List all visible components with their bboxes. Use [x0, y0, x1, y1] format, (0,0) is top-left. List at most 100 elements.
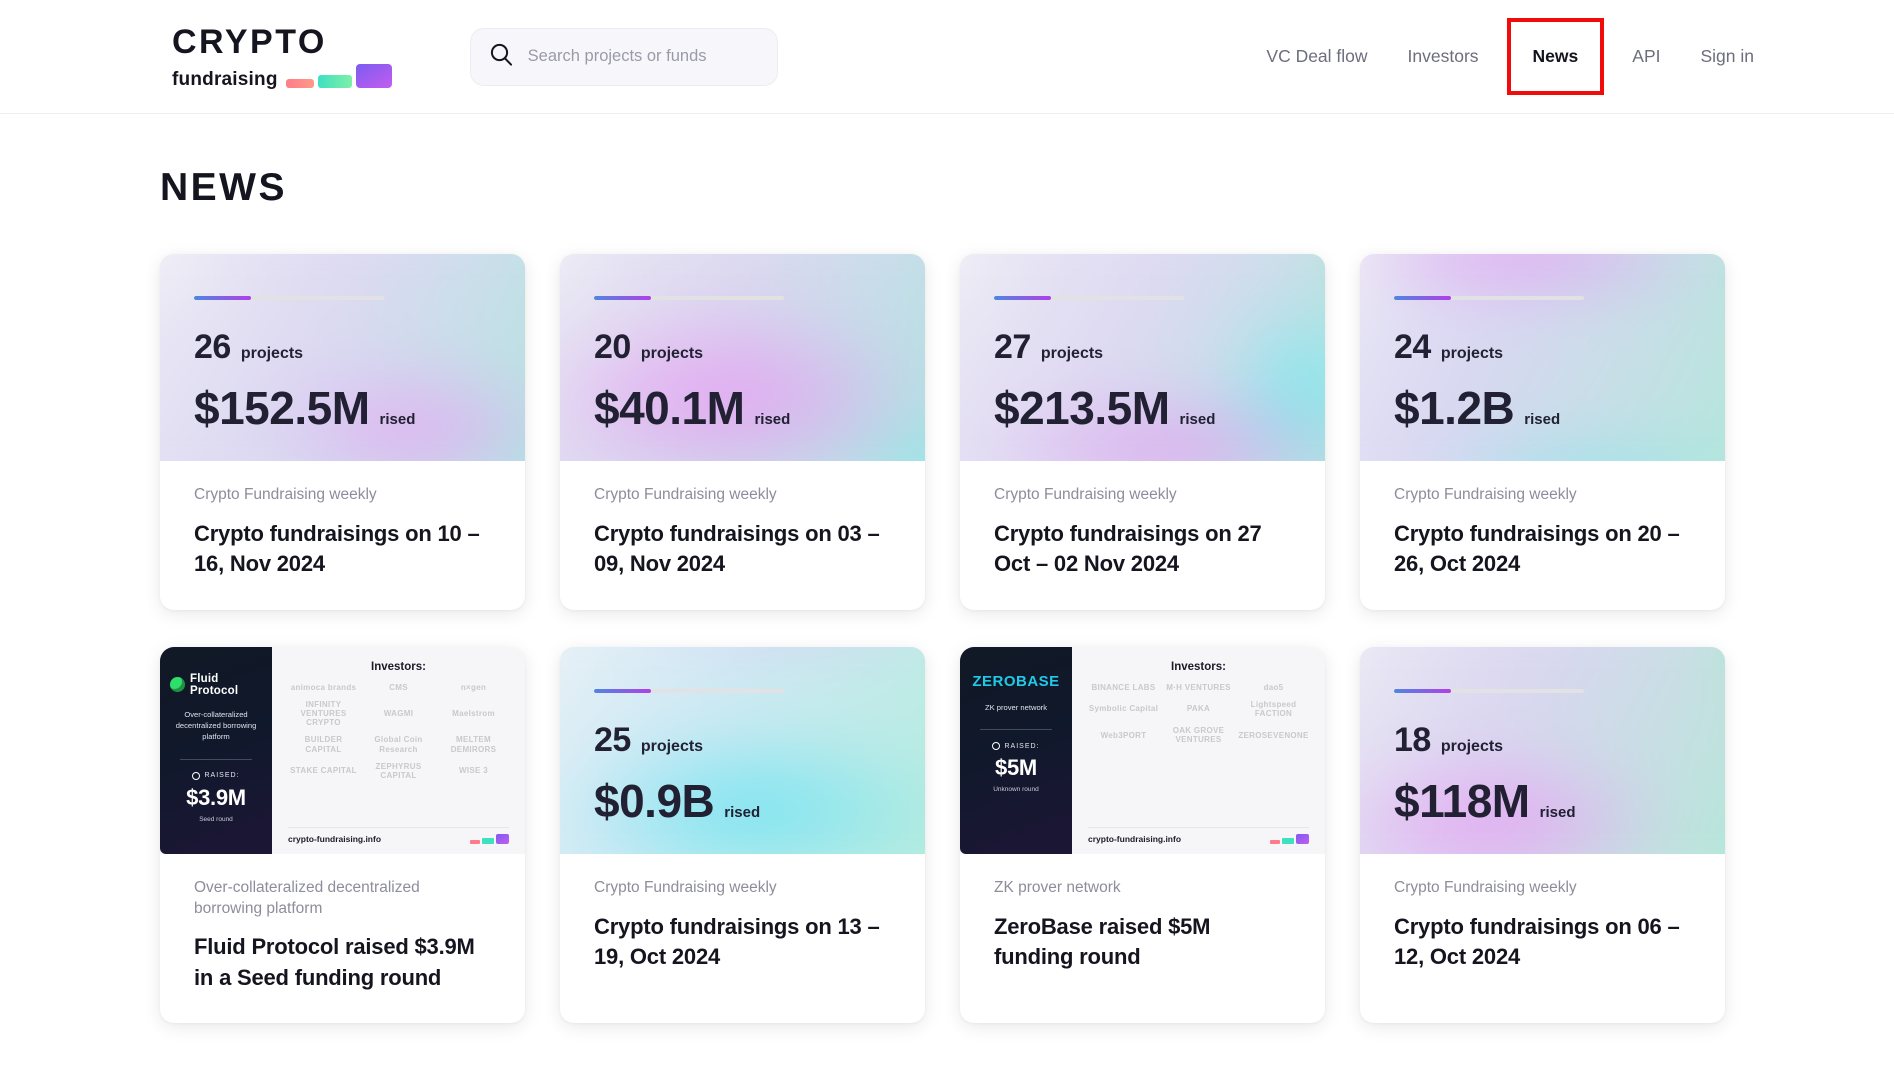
stat-raised-label: rised	[754, 411, 791, 428]
stat-projects-row: 26 projects	[194, 328, 491, 367]
stat-raised-label: rised	[724, 803, 761, 821]
card-body: Crypto Fundraising weekly Crypto fundrai…	[160, 461, 525, 610]
news-card[interactable]: 27 projects $213.5M rised Crypto Fundrai…	[960, 254, 1325, 610]
card-media-project: Fluid Protocol Over-collateralized decen…	[160, 646, 525, 854]
stat-projects-row: 25 projects	[594, 721, 891, 760]
stat-projects-value: 25	[594, 720, 631, 759]
raised-caption: RAISED:	[1004, 742, 1040, 750]
news-card[interactable]: Fluid Protocol Over-collateralized decen…	[160, 646, 525, 1024]
raised-caption-row: RAISED:	[192, 771, 239, 780]
stat-raised-value: $118M	[1394, 774, 1530, 827]
media-footer: crypto-fundraising.info	[1088, 826, 1309, 844]
stat-raised-value: $0.9B	[594, 774, 715, 827]
stat-projects-label: projects	[1040, 345, 1104, 362]
media-footer: crypto-fundraising.info	[288, 826, 509, 844]
divider	[980, 729, 1052, 731]
stat-raised-value: $1.2B	[1394, 382, 1515, 434]
project-description: Over-collateralized decentralized borrow…	[175, 709, 257, 742]
stat-raised-row: $1.2B rised	[1394, 381, 1691, 435]
footer-url: crypto-fundraising.info	[1088, 833, 1182, 844]
investor-logo: dao5	[1263, 682, 1284, 692]
progress-bar	[594, 296, 784, 300]
logo-bars-icon	[1270, 833, 1309, 844]
investor-logo: WISE 3	[459, 766, 488, 776]
investor-logo: ZEROSEVENONE	[1238, 730, 1309, 740]
main-nav: VC Deal flow Investors News API Sign in	[1246, 18, 1774, 95]
stat-projects-row: 20 projects	[594, 328, 891, 367]
card-kicker: ZK prover network	[994, 878, 1121, 896]
stat-projects-value: 27	[994, 328, 1031, 366]
nav-item-news[interactable]: News	[1506, 18, 1605, 95]
logo-bars-icon	[470, 833, 509, 844]
stat-projects-label: projects	[1440, 737, 1504, 755]
nav-item-api[interactable]: API	[1612, 34, 1680, 79]
page-title: NEWS	[160, 166, 287, 209]
progress-bar	[994, 296, 1184, 300]
project-name: ZEROBASE	[972, 672, 1060, 690]
nav-item-sign-in[interactable]: Sign in	[1680, 34, 1774, 79]
stat-projects-row: 24 projects	[1394, 328, 1691, 367]
stat-projects-value: 18	[1394, 720, 1431, 759]
stat-projects-label: projects	[240, 345, 304, 362]
stat-projects-label: projects	[640, 345, 704, 362]
stat-projects-value: 24	[1394, 328, 1431, 366]
card-title: Crypto fundraisings on 06 – 12, Oct 2024	[1394, 913, 1680, 969]
news-card[interactable]: 26 projects $152.5M rised Crypto Fundrai…	[160, 254, 525, 610]
raised-amount: $3.9M	[186, 784, 246, 810]
nav-item-investors[interactable]: Investors	[1388, 34, 1499, 79]
stat-projects-label: projects	[640, 737, 704, 755]
stat-raised-value: $152.5M	[194, 382, 370, 434]
search-input[interactable]	[527, 47, 759, 66]
card-kicker: Over-collateralized decentralized borrow…	[194, 878, 420, 917]
stat-raised-row: $0.9B rised	[594, 774, 891, 828]
card-body: Crypto Fundraising weekly Crypto fundrai…	[1360, 461, 1725, 610]
fluid-protocol-logo-icon	[170, 677, 185, 693]
news-card[interactable]: 25 projects $0.9B rised Crypto Fundraisi…	[560, 646, 925, 1024]
news-card[interactable]: ZEROBASE ZK prover network RAISED: $5M U…	[960, 646, 1325, 1024]
card-media-stat: 26 projects $152.5M rised	[160, 254, 525, 461]
card-kicker: Crypto Fundraising weekly	[994, 486, 1177, 503]
stat-projects-value: 26	[194, 328, 231, 366]
investors-grid: BINANCE LABS M·H VENTURES dao5 Symbolic …	[1088, 683, 1309, 821]
logo-wordmark-top: CRYPTO	[172, 22, 327, 61]
logo-bottom-row: fundraising	[172, 63, 392, 90]
card-kicker: Crypto Fundraising weekly	[194, 486, 377, 503]
progress-bar	[1394, 296, 1584, 300]
card-body: Crypto Fundraising weekly Crypto fundrai…	[560, 854, 925, 1003]
stat-projects-row: 27 projects	[994, 328, 1291, 367]
card-kicker: Crypto Fundraising weekly	[1394, 486, 1577, 503]
card-title: Fluid Protocol raised $3.9M in a Seed fu…	[194, 934, 475, 990]
project-banner: Fluid Protocol Over-collateralized decen…	[160, 646, 272, 854]
stat-raised-label: rised	[1524, 411, 1561, 428]
logo[interactable]: CRYPTO fundraising	[172, 25, 392, 89]
news-card[interactable]: 24 projects $1.2B rised Crypto Fundraisi…	[1360, 254, 1725, 610]
card-kicker: Crypto Fundraising weekly	[594, 878, 777, 896]
investor-logo: Symbolic Capital	[1088, 704, 1159, 714]
card-kicker: Crypto Fundraising weekly	[594, 486, 777, 503]
logo-bars-icon	[285, 63, 392, 88]
news-card[interactable]: 18 projects $118M rised Crypto Fundraisi…	[1360, 646, 1725, 1024]
logo-wordmark-bottom: fundraising	[172, 68, 278, 90]
investor-logo: Web3PORT	[1100, 730, 1147, 740]
stat-projects-value: 20	[594, 328, 631, 366]
investor-logo: BUILDER CAPITAL	[304, 735, 343, 754]
stat-raised-row: $118M rised	[1394, 774, 1691, 828]
investor-logo: OAK GROVE VENTURES	[1172, 726, 1225, 745]
project-brand: Fluid Protocol	[170, 673, 262, 697]
investor-logo: animoca brands	[290, 682, 357, 692]
stat-raised-row: $152.5M rised	[194, 381, 491, 435]
nav-item-vc-deal-flow[interactable]: VC Deal flow	[1246, 34, 1387, 79]
raised-caption-row: RAISED:	[992, 742, 1040, 751]
card-body: Crypto Fundraising weekly Crypto fundrai…	[960, 461, 1325, 610]
search-box[interactable]	[469, 27, 778, 86]
card-media-stat: 24 projects $1.2B rised	[1360, 254, 1725, 461]
stat-raised-label: rised	[379, 411, 416, 428]
news-card[interactable]: 20 projects $40.1M rised Crypto Fundrais…	[560, 254, 925, 610]
investor-logo: Maelstrom	[452, 709, 495, 719]
stat-raised-row: $213.5M rised	[994, 381, 1291, 435]
card-title: Crypto fundraisings on 10 – 16, Nov 2024	[194, 520, 480, 577]
progress-bar	[594, 688, 784, 693]
investor-logo: BINANCE LABS	[1091, 682, 1156, 692]
card-media-stat: 25 projects $0.9B rised	[560, 646, 925, 854]
card-media-stat: 18 projects $118M rised	[1360, 646, 1725, 854]
